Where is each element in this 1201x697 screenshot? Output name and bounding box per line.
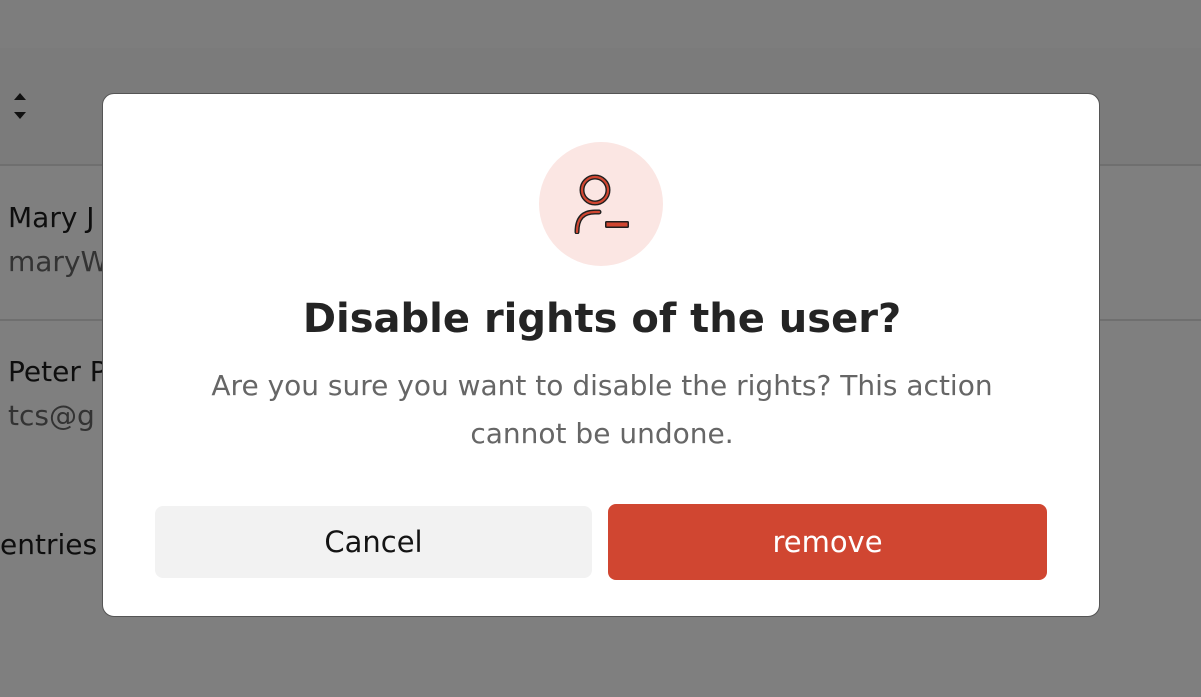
user-remove-icon <box>574 174 629 234</box>
dialog-message: Are you sure you want to disable the rig… <box>211 369 993 450</box>
icon-badge <box>539 142 663 266</box>
remove-button[interactable]: remove <box>608 504 1047 580</box>
cancel-button[interactable]: Cancel <box>155 506 592 578</box>
dialog-title: Disable rights of the user? <box>302 296 902 342</box>
disable-rights-dialog: Disable rights of the user? Are you sure… <box>102 93 1100 617</box>
